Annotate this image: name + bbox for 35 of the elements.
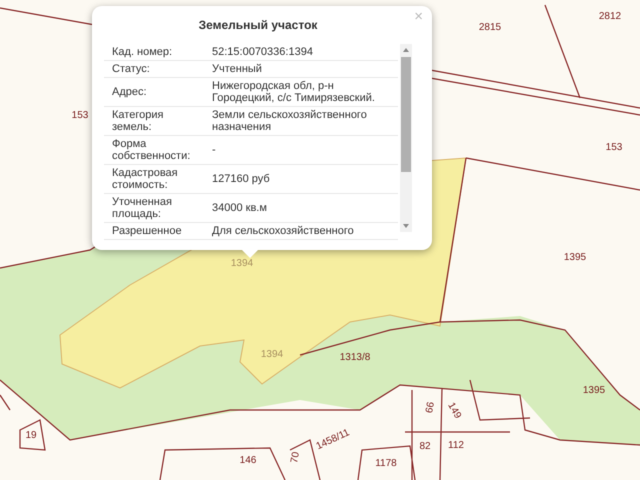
field-value: Нижегородская обл, р-н Городецкий, с/с Тимирязевский. — [204, 78, 398, 107]
field-value: 34000 кв.м — [204, 194, 398, 223]
parcel-number: 19 — [25, 430, 37, 441]
field-label: Кадастровая стоимость: — [104, 165, 204, 194]
parcel-number: 146 — [240, 455, 256, 466]
parcel-number: 149 — [445, 400, 464, 421]
popup-title: Земельный участок — [198, 18, 318, 32]
field-label: Разрешенное — [104, 223, 204, 240]
parcel-number: 112 — [448, 440, 464, 451]
parcel-number: 1395 — [582, 385, 606, 396]
close-button[interactable]: × — [411, 9, 426, 25]
parcel-number: 82 — [419, 441, 431, 452]
parcel-number: 1394 — [230, 258, 254, 269]
field-value: Земли сельскохозяйственного назначения — [204, 107, 398, 136]
field-value: 52:15:0070336:1394 — [204, 44, 398, 61]
parcel-number: 153 — [72, 110, 88, 121]
parcel-number: 1395 — [564, 252, 586, 263]
field-label: Статус: — [104, 61, 204, 78]
parcel-number: 66 — [424, 401, 437, 414]
parcel-number: 1178 — [375, 458, 397, 469]
parcel-number: 153 — [606, 142, 622, 153]
parcel-number: 2812 — [598, 11, 622, 22]
parcel-number: 1394 — [260, 349, 284, 360]
field-label: Кад. номер: — [104, 44, 204, 61]
field-value: - — [204, 136, 398, 165]
field-value: Учтенный — [204, 61, 398, 78]
field-value: Для сельскохозяйственного — [204, 223, 398, 240]
field-label: Адрес: — [104, 78, 204, 107]
parcel-number: 2815 — [478, 22, 502, 33]
field-label: Форма собственности: — [104, 136, 204, 165]
field-label: Уточненная площадь: — [104, 194, 204, 223]
parcel-number: 70 — [289, 451, 302, 464]
field-label: Категория земель: — [104, 107, 204, 136]
field-value: 127160 руб — [204, 165, 398, 194]
parcel-number: 1313/8 — [340, 352, 370, 363]
